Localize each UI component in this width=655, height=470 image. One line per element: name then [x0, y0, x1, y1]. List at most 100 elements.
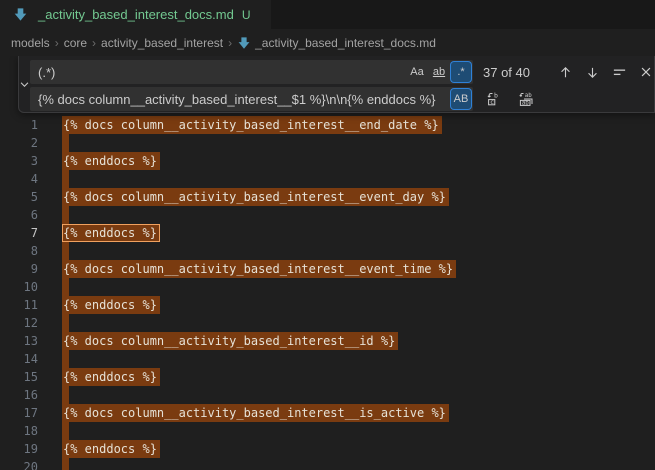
replace-input[interactable]: {% docs column__activity_based_interest_… — [30, 87, 473, 111]
code-line[interactable]: 8 — [0, 242, 655, 260]
line-content[interactable] — [38, 134, 69, 152]
find-input[interactable]: (.*) Aa ab .* — [30, 60, 473, 84]
find-match: {% docs column__activity_based_interest_… — [62, 404, 449, 422]
tab-activity-docs[interactable]: _activity_based_interest_docs.md U — [0, 0, 271, 29]
replace-all-button[interactable]: ab ab — [516, 89, 536, 109]
breadcrumb-item-file[interactable]: _activity_based_interest_docs.md — [255, 36, 436, 50]
line-content[interactable] — [38, 206, 69, 224]
match-count: 37 of 40 — [483, 65, 541, 80]
code-line[interactable]: 10 — [0, 278, 655, 296]
line-number: 7 — [0, 224, 38, 242]
replace-icon: b c — [486, 91, 502, 107]
find-match: {% enddocs %} — [62, 368, 160, 386]
replace-button[interactable]: b c — [484, 89, 504, 109]
close-button[interactable] — [636, 62, 655, 82]
tab-bar: _activity_based_interest_docs.md U — [0, 0, 655, 29]
find-match-empty — [62, 206, 69, 224]
line-number: 13 — [0, 332, 38, 350]
find-match-empty — [62, 386, 69, 404]
line-content[interactable] — [38, 242, 69, 260]
editor[interactable]: (.*) Aa ab .* 37 of 40 — [0, 56, 655, 470]
code-line[interactable]: 4 — [0, 170, 655, 188]
line-number: 9 — [0, 260, 38, 278]
toggle-replace-button[interactable] — [19, 56, 30, 112]
line-content[interactable] — [38, 314, 69, 332]
line-content[interactable]: {% docs column__activity_based_interest_… — [38, 260, 456, 278]
line-content[interactable] — [38, 422, 69, 440]
selection-lines-icon — [612, 65, 627, 80]
line-content[interactable] — [38, 386, 69, 404]
replace-all-icon: ab ab — [518, 91, 535, 108]
code-line[interactable]: 14 — [0, 350, 655, 368]
find-in-selection-button[interactable] — [609, 62, 629, 82]
replace-row: {% docs column__activity_based_interest_… — [30, 87, 655, 111]
close-icon — [639, 65, 653, 79]
code-line[interactable]: 18 — [0, 422, 655, 440]
code-line[interactable]: 9{% docs column__activity_based_interest… — [0, 260, 655, 278]
replace-value[interactable]: {% docs column__activity_based_interest_… — [38, 92, 449, 107]
find-match: {% docs column__activity_based_interest_… — [62, 188, 449, 206]
regex-button[interactable]: .* — [451, 62, 471, 82]
find-match-empty — [62, 242, 69, 260]
svg-text:b: b — [494, 92, 498, 100]
line-content[interactable]: {% docs column__activity_based_interest_… — [38, 404, 449, 422]
line-content[interactable]: {% enddocs %} — [38, 152, 160, 170]
line-content[interactable] — [38, 170, 69, 188]
line-content[interactable]: {% docs column__activity_based_interest_… — [38, 116, 442, 134]
previous-match-button[interactable] — [555, 62, 575, 82]
code-line[interactable]: 12 — [0, 314, 655, 332]
match-case-button[interactable]: Aa — [407, 62, 427, 82]
line-content[interactable]: {% docs column__activity_based_interest_… — [38, 188, 449, 206]
code-line[interactable]: 7{% enddocs %} — [0, 224, 655, 242]
line-content[interactable]: {% enddocs %} — [38, 296, 160, 314]
line-number: 1 — [0, 116, 38, 134]
breadcrumb-item-models[interactable]: models — [11, 36, 50, 50]
find-match-empty — [62, 278, 69, 296]
breadcrumb-item-core[interactable]: core — [64, 36, 87, 50]
preserve-case-button[interactable]: AB — [451, 89, 471, 109]
whole-word-button[interactable]: ab — [429, 62, 449, 82]
chevron-right-icon: › — [228, 36, 232, 50]
code-line[interactable]: 16 — [0, 386, 655, 404]
code-line[interactable]: 3{% enddocs %} — [0, 152, 655, 170]
find-replace-widget: (.*) Aa ab .* 37 of 40 — [18, 56, 655, 113]
find-match: {% enddocs %} — [62, 296, 160, 314]
line-content[interactable]: {% enddocs %} — [38, 440, 160, 458]
code-line[interactable]: 17 {% docs column__activity_based_interes… — [0, 404, 655, 422]
line-content[interactable] — [38, 278, 69, 296]
find-match-empty — [62, 422, 69, 440]
line-content[interactable]: {% enddocs %} — [38, 224, 160, 242]
code-line[interactable]: 11{% enddocs %} — [0, 296, 655, 314]
code-line[interactable]: 6 — [0, 206, 655, 224]
chevron-down-icon — [19, 79, 30, 90]
line-number: 20 — [0, 458, 38, 470]
code-line[interactable]: 20 — [0, 458, 655, 470]
line-number: 5 — [0, 188, 38, 206]
svg-text:ab: ab — [521, 100, 528, 106]
next-match-button[interactable] — [582, 62, 602, 82]
svg-text:c: c — [490, 98, 494, 106]
line-content[interactable] — [38, 458, 69, 470]
find-row: (.*) Aa ab .* 37 of 40 — [30, 60, 655, 84]
line-number: 17 — [0, 404, 38, 422]
breadcrumb: models › core › activity_based_interest … — [0, 29, 655, 56]
find-query[interactable]: (.*) — [38, 65, 405, 80]
breadcrumb-item-folder[interactable]: activity_based_interest — [101, 36, 223, 50]
line-number: 12 — [0, 314, 38, 332]
line-content[interactable] — [38, 350, 69, 368]
line-number: 10 — [0, 278, 38, 296]
code-line[interactable]: 19{% enddocs %} — [0, 440, 655, 458]
find-match: {% docs column__activity_based_interest_… — [62, 116, 442, 134]
line-content[interactable]: {% enddocs %} — [38, 368, 160, 386]
chevron-right-icon: › — [55, 36, 59, 50]
code-line[interactable]: 1 {% docs column__activity_based_interest… — [0, 116, 655, 134]
code-line[interactable]: 5 {% docs column__activity_based_interest… — [0, 188, 655, 206]
code-line[interactable]: 13{% docs column__activity_based_interes… — [0, 332, 655, 350]
find-match-empty — [62, 458, 69, 470]
code-line[interactable]: 15{% enddocs %} — [0, 368, 655, 386]
line-number: 3 — [0, 152, 38, 170]
find-match: {% enddocs %} — [62, 440, 160, 458]
code-area[interactable]: 1 {% docs column__activity_based_interest… — [0, 116, 655, 470]
line-content[interactable]: {% docs column__activity_based_interest_… — [38, 332, 398, 350]
code-line[interactable]: 2 — [0, 134, 655, 152]
